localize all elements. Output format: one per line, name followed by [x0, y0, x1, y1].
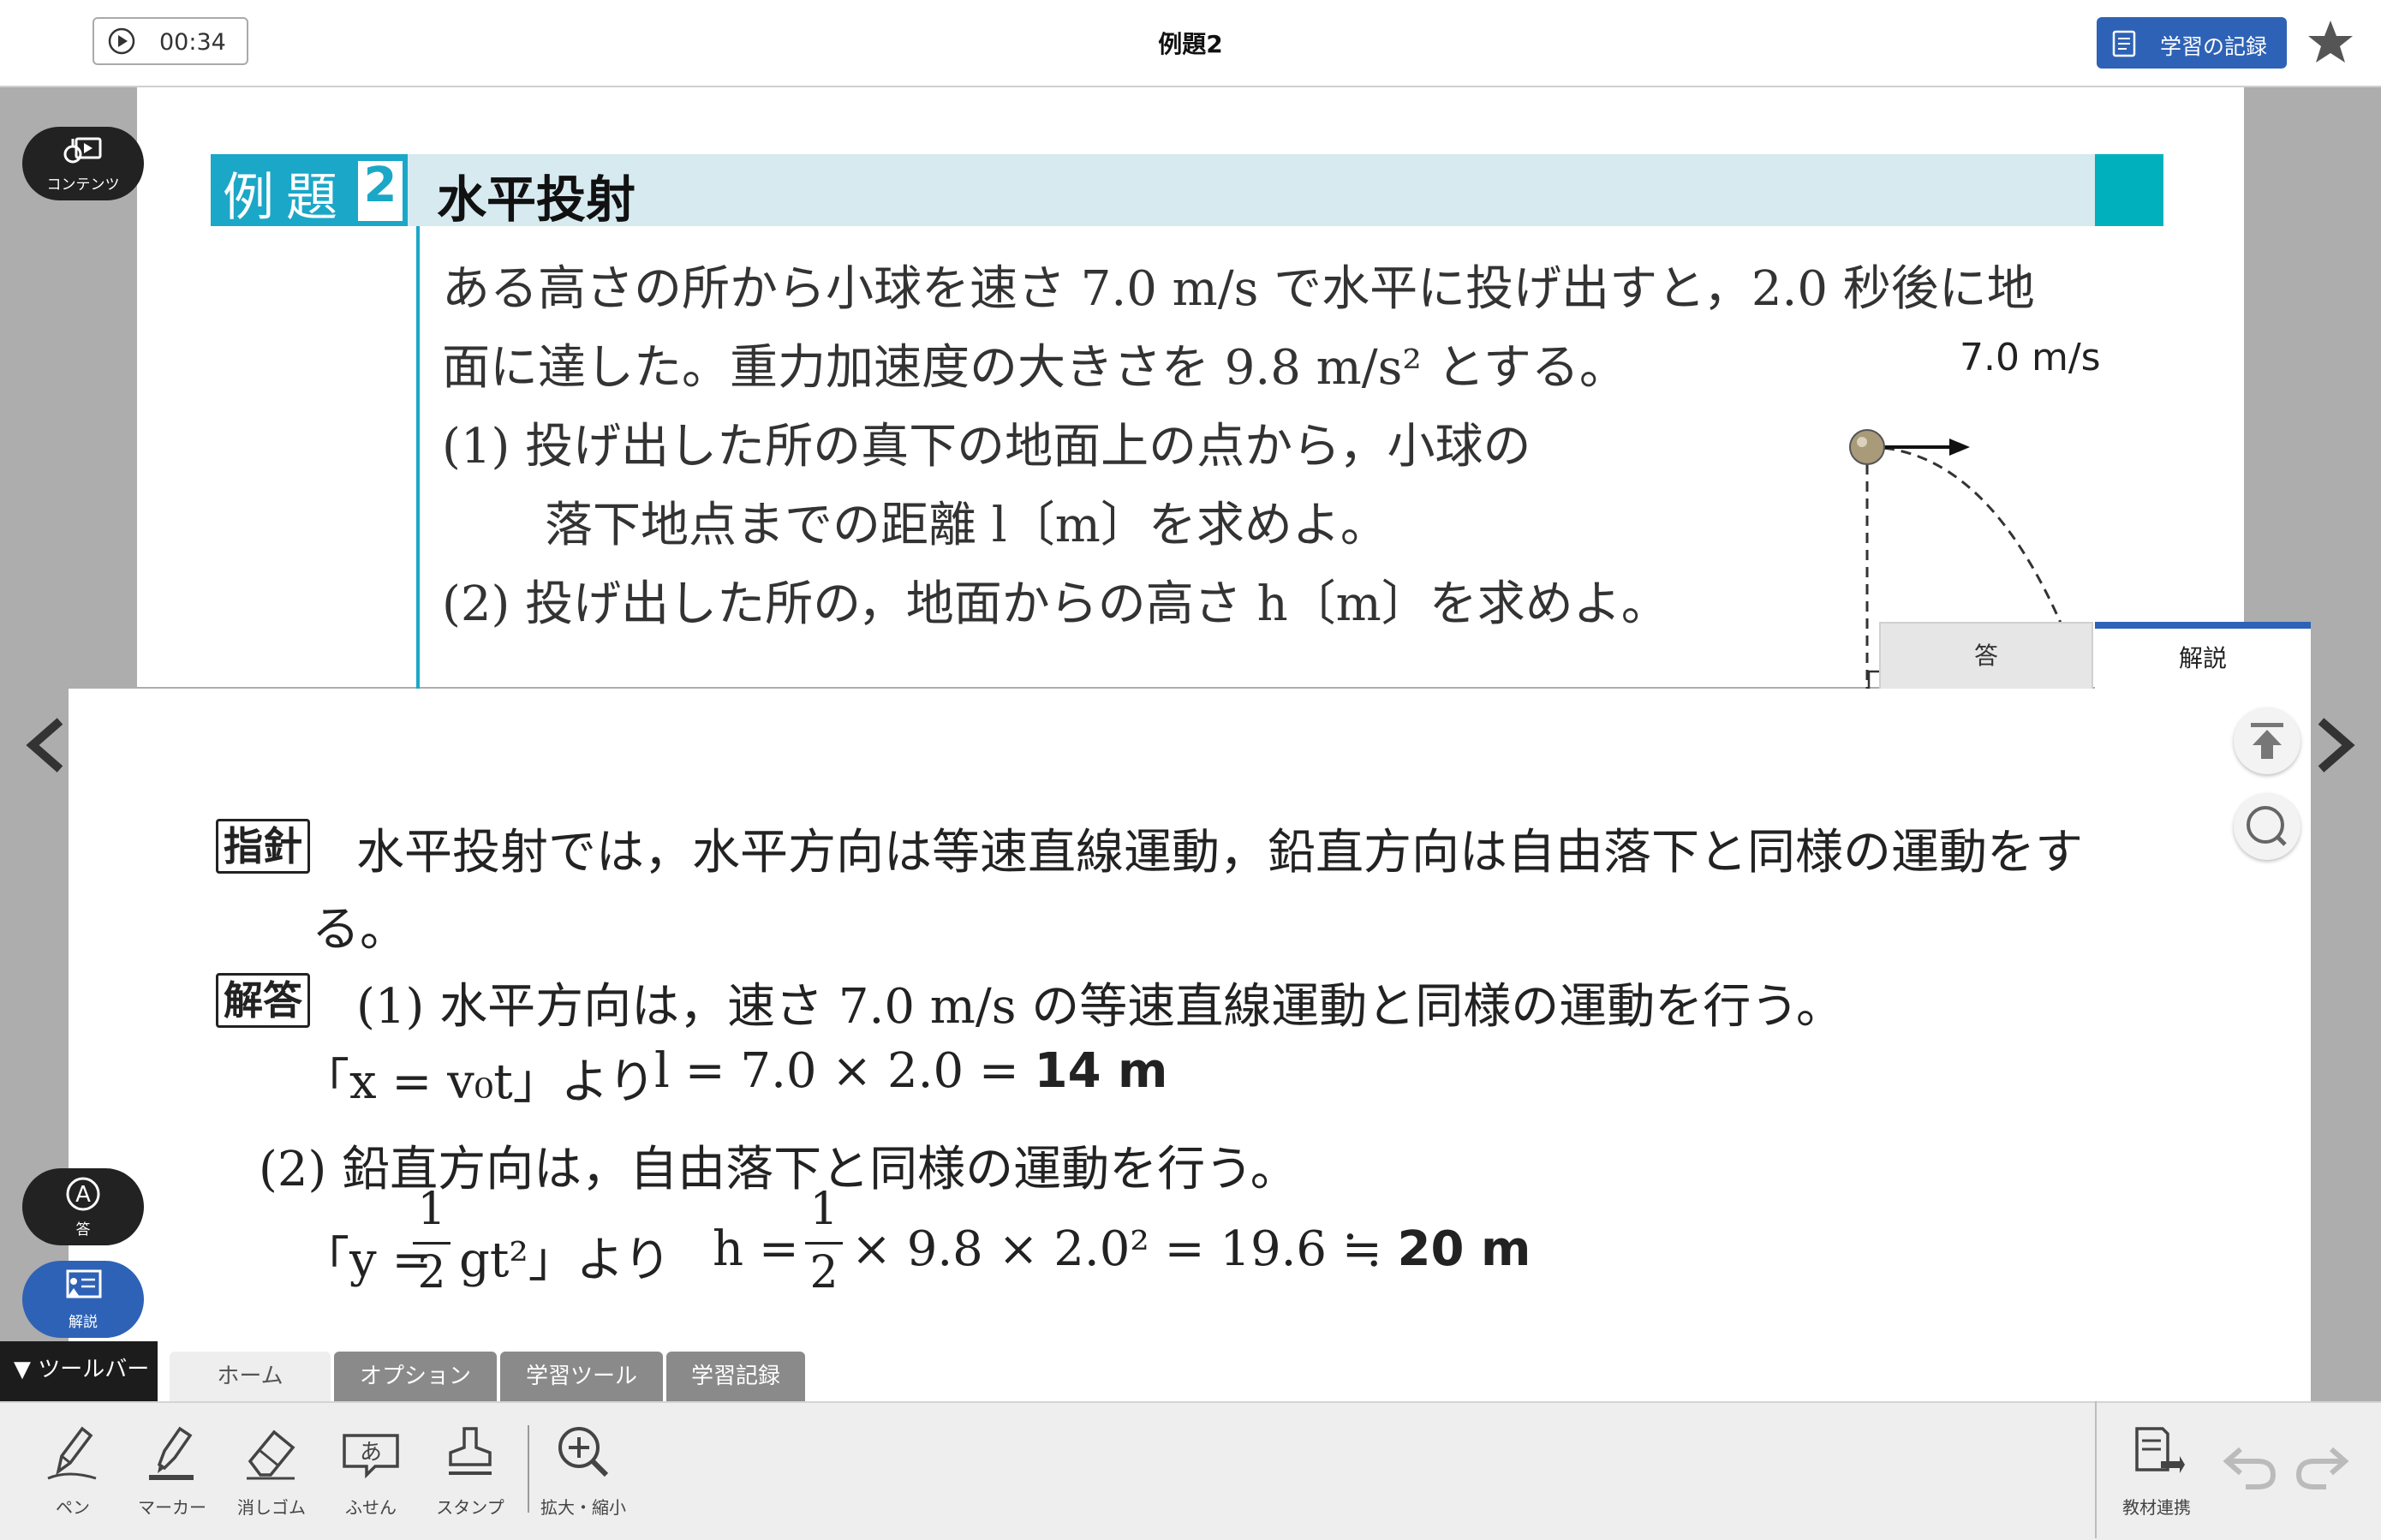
marker-tool[interactable]: マーカー — [125, 1422, 219, 1519]
problem-line-2: 面に達した。重力加速度の大きさを 9.8 m/s² とする。 — [442, 340, 1627, 396]
hint-tag: 指針 — [216, 819, 310, 874]
part2-eq-c: h = — [713, 1221, 799, 1277]
zoom-in-icon — [558, 1427, 609, 1477]
marker-icon — [149, 1426, 194, 1480]
stamp-tool[interactable]: スタンプ — [423, 1422, 517, 1519]
notebook-icon — [2112, 30, 2136, 57]
pen-label: ペン — [56, 1497, 90, 1518]
zoom-tool[interactable]: 拡大・縮小 — [536, 1422, 630, 1519]
play-icon — [108, 27, 135, 55]
tab-learning-records[interactable]: 学習記録 — [666, 1352, 805, 1401]
problem-left-rule — [416, 226, 420, 706]
part2-equation-body: × 9.8 × 2.0² = 19.6 ≒ — [851, 1221, 1398, 1277]
redo-icon[interactable] — [2292, 1434, 2352, 1494]
part1-equation-body: l = 7.0 × 2.0 = — [654, 1043, 1035, 1099]
scroll-top-icon — [2251, 723, 2283, 759]
next-page-arrow-icon[interactable] — [2316, 718, 2355, 773]
answer-a-icon: A — [66, 1177, 100, 1211]
part1-heading: (1) 水平方向は，速さ 7.0 m/s の等速直線運動と同様の運動を行う。 — [356, 979, 1844, 1035]
contents-icon — [63, 137, 102, 164]
tab-options[interactable]: オプション — [334, 1352, 497, 1401]
problem-line-1: ある高さの所から小球を速さ 7.0 m/s で水平に投げ出すと，2.0 秒後に地 — [442, 261, 2035, 317]
sticky-note-tool[interactable]: あ ふせん — [324, 1422, 418, 1519]
header-tab-marker — [2095, 154, 2163, 226]
part2-eq-a: 「y = — [301, 1233, 433, 1288]
problem-line-3: (1) 投げ出した所の真下の地面上の点から，小球の — [442, 419, 1531, 475]
timer-button[interactable]: 00:34 — [92, 17, 248, 65]
part1-equation-left: 「x = v₀t」より — [301, 1054, 656, 1110]
hint-line-2: る。 — [312, 902, 408, 958]
pen-tool[interactable]: ペン — [26, 1422, 120, 1519]
pen-icon — [47, 1426, 97, 1480]
velocity-label: 7.0 m/s — [1960, 336, 2101, 379]
problem-title: 水平投射 — [437, 170, 636, 229]
answer-button-label: 答 — [75, 1221, 91, 1239]
timer-text: 00:34 — [159, 29, 226, 56]
part2-eq-b: gt²」より — [459, 1233, 671, 1288]
eraser-label: 消しゴム — [237, 1497, 306, 1518]
frac-2-numerator: 1 — [809, 1184, 838, 1235]
contents-label: コンテンツ — [46, 176, 120, 194]
eraser-icon — [247, 1430, 295, 1480]
scroll-to-top-button[interactable] — [2234, 707, 2300, 774]
svg-text:A: A — [75, 1182, 91, 1208]
material-link-tool[interactable]: 教材連携 — [2105, 1422, 2208, 1519]
toolbar-toggle[interactable]: ▼ ツールバー — [0, 1341, 158, 1401]
sticky-note-label: ふせん — [345, 1497, 397, 1518]
problem-line-4: 落下地点までの距離 l〔m〕を求めよ。 — [545, 498, 1388, 553]
problem-page: 例題 2 水平投射 ある高さの所から小球を速さ 7.0 m/s で水平に投げ出す… — [137, 87, 2304, 706]
frac-2-bar — [805, 1242, 843, 1245]
show-explanation-button[interactable]: 解説 — [22, 1261, 144, 1338]
show-answer-button[interactable]: A 答 — [22, 1168, 144, 1245]
answer-tag: 解答 — [216, 973, 310, 1028]
tab-explanation[interactable]: 解説 — [2095, 622, 2311, 690]
undo-icon[interactable] — [2220, 1434, 2280, 1494]
zoom-label: 拡大・縮小 — [540, 1497, 626, 1518]
problem-label: 例題 — [223, 168, 349, 228]
frac-1-bar — [413, 1242, 451, 1245]
eraser-tool[interactable]: 消しゴム — [224, 1422, 319, 1519]
search-icon — [2247, 806, 2287, 846]
sticky-note-icon: あ — [343, 1434, 399, 1479]
stamp-icon — [449, 1427, 492, 1475]
contents-button[interactable]: コンテンツ — [22, 127, 144, 200]
svg-text:あ: あ — [360, 1440, 382, 1465]
stamp-label: スタンプ — [436, 1497, 504, 1518]
star-icon[interactable] — [2306, 17, 2355, 67]
problem-line-5: (2) 投げ出した所の，地面からの高さ h〔m〕を求めよ。 — [442, 576, 1669, 632]
material-link-label: 教材連携 — [2122, 1497, 2191, 1518]
toolbar-divider — [528, 1425, 529, 1513]
explanation-icon — [66, 1269, 102, 1298]
material-link-icon — [2135, 1427, 2185, 1473]
search-button[interactable] — [2234, 793, 2300, 860]
explanation-panel: 指針 水平投射では，水平方向は等速直線運動，鉛直方向は自由落下と同様の運動をす … — [69, 689, 2311, 1406]
frac-2-denominator: 2 — [809, 1247, 838, 1298]
part1-equation-right: l = 7.0 × 2.0 = 14 m — [654, 1043, 1167, 1099]
marker-label: マーカー — [138, 1497, 206, 1518]
frac-1-numerator: 1 — [417, 1184, 446, 1235]
tab-home[interactable]: ホーム — [170, 1352, 331, 1401]
tab-learning-tools[interactable]: 学習ツール — [500, 1352, 663, 1401]
page-title: 例題2 — [1158, 30, 1223, 58]
part2-result: 20 m — [1397, 1221, 1531, 1277]
part2-eq-d: × 9.8 × 2.0² = 19.6 ≒ 20 m — [851, 1221, 1531, 1277]
prev-page-arrow-icon[interactable] — [26, 718, 65, 773]
tab-answer[interactable]: 答 — [1879, 622, 2093, 689]
explanation-button-label: 解説 — [69, 1314, 98, 1331]
problem-number: 2 — [363, 158, 397, 213]
part1-result: 14 m — [1034, 1043, 1168, 1099]
frac-1-denominator: 2 — [417, 1247, 446, 1298]
learning-record-button[interactable]: 学習の記録 — [2097, 17, 2287, 69]
toolbar-right-divider — [2095, 1401, 2097, 1538]
hint-line-1: 水平投射では，水平方向は等速直線運動，鉛直方向は自由落下と同様の運動をす — [356, 825, 2083, 880]
learning-record-label: 学習の記録 — [2160, 34, 2268, 59]
